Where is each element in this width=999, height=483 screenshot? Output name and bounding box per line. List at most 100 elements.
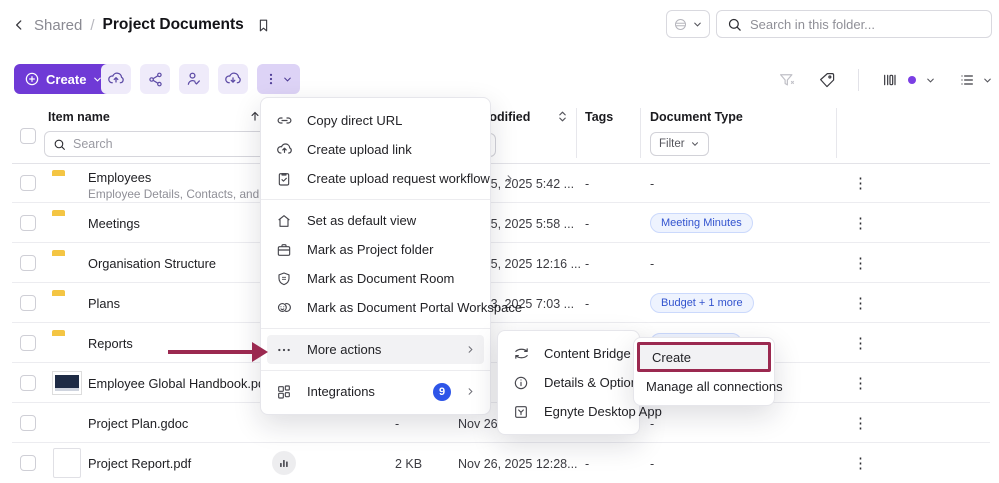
column-header-doc-type[interactable]: Document Type (650, 110, 743, 124)
table-row[interactable]: Organisation Structure Nov 25, 2025 12:1… (0, 243, 999, 283)
row-checkbox[interactable] (20, 335, 36, 351)
row-menu-kebab-icon[interactable]: ⋮ (853, 174, 869, 192)
table-row[interactable]: Meetings Nov 25, 2025 5:58 ... - Meeting… (0, 203, 999, 243)
row-menu-kebab-icon[interactable]: ⋮ (853, 294, 869, 312)
shield-icon (275, 271, 293, 287)
tag-icon[interactable] (818, 71, 836, 89)
item-name[interactable]: Reports (88, 336, 133, 351)
breadcrumb-parent[interactable]: Shared (34, 17, 82, 34)
menu-item-more-actions[interactable]: More actions (267, 335, 484, 364)
row-checkbox[interactable] (20, 175, 36, 191)
back-chevron-icon[interactable] (12, 18, 26, 32)
row-checkbox[interactable] (20, 415, 36, 431)
list-view-icon (958, 72, 976, 88)
folder-more-actions-button[interactable] (257, 64, 300, 94)
submenu-chevron-icon (465, 386, 476, 397)
user-access-icon (185, 70, 203, 88)
submenu-item-content-bridge[interactable]: Content Bridge (498, 339, 639, 368)
submenu-item-label: Create (652, 350, 756, 365)
item-tags: - (585, 217, 589, 231)
create-button[interactable]: Create (14, 64, 113, 94)
table-row[interactable]: Employees Employee Details, Contacts, an… (0, 163, 999, 203)
item-name[interactable]: Project Report.pdf (88, 456, 191, 471)
column-divider (640, 108, 641, 158)
row-menu-kebab-icon[interactable]: ⋮ (853, 254, 869, 272)
item-name-filter-input[interactable] (73, 137, 259, 151)
row-checkbox[interactable] (20, 215, 36, 231)
item-tags: - (585, 297, 589, 311)
item-tags: - (585, 177, 589, 191)
upload-cloud-icon (107, 70, 125, 88)
row-checkbox[interactable] (20, 255, 36, 271)
menu-item-mark-document-portal-workspace[interactable]: Mark as Document Portal Workspace (261, 293, 490, 322)
menu-item-create-upload-link[interactable]: Create upload link (261, 135, 490, 164)
submenu-item-label: Content Bridge (544, 346, 631, 361)
item-tags: - (585, 457, 589, 471)
table-row[interactable]: Project Report.pdf 2 KB Nov 26, 2025 12:… (0, 443, 999, 483)
row-menu-kebab-icon[interactable]: ⋮ (853, 214, 869, 232)
row-menu-kebab-icon[interactable]: ⋮ (853, 374, 869, 392)
list-view-selector[interactable] (958, 72, 993, 88)
select-all-checkbox[interactable] (20, 128, 36, 144)
folder-search-input[interactable] (750, 17, 981, 32)
menu-item-integrations[interactable]: Integrations 9 (261, 377, 490, 406)
more-actions-submenu: Content Bridge Details & Options Egnyte … (497, 330, 640, 435)
row-menu-kebab-icon[interactable]: ⋮ (853, 334, 869, 352)
integrations-grid-icon (275, 384, 293, 400)
row-checkbox[interactable] (20, 295, 36, 311)
chevron-down-icon (925, 75, 936, 86)
submenu-chevron-icon (504, 173, 515, 184)
menu-item-label: Create upload request workflow (307, 171, 490, 186)
column-view-selector[interactable] (881, 72, 936, 88)
menu-item-mark-document-room[interactable]: Mark as Document Room (261, 264, 490, 293)
menu-item-mark-project-folder[interactable]: Mark as Project folder (261, 235, 490, 264)
plus-circle-icon (24, 71, 40, 87)
submenu-item-egnyte-desktop-app[interactable]: Egnyte Desktop App (498, 397, 639, 426)
column-header-tags[interactable]: Tags (585, 110, 613, 124)
download-button[interactable] (218, 64, 248, 94)
info-icon (512, 375, 530, 391)
submenu-item-create[interactable]: Create (637, 342, 771, 372)
menu-item-copy-direct-url[interactable]: Copy direct URL (261, 106, 490, 135)
menu-item-label: Copy direct URL (307, 113, 476, 128)
row-menu-kebab-icon[interactable]: ⋮ (853, 454, 869, 472)
doc-type-filter-chip[interactable]: Filter (650, 132, 709, 156)
upload-button[interactable] (101, 64, 131, 94)
bridge-arrows-icon (512, 345, 530, 362)
menu-item-label: Mark as Project folder (307, 242, 476, 257)
search-scope-selector[interactable] (666, 10, 710, 38)
row-checkbox[interactable] (20, 375, 36, 391)
dots-icon (275, 342, 293, 358)
folder-actions-menu: Copy direct URL Create upload link Creat… (260, 97, 491, 415)
insights-chart-icon[interactable] (272, 451, 296, 475)
annotation-arrow-shaft (168, 350, 254, 354)
item-tags: - (585, 257, 589, 271)
menu-item-label: More actions (307, 342, 451, 357)
submenu-item-label: Egnyte Desktop App (544, 404, 662, 419)
row-checkbox[interactable] (20, 455, 36, 471)
item-name[interactable]: Employee Global Handbook.pdf (88, 376, 269, 391)
item-name[interactable]: Plans (88, 296, 120, 311)
sort-toggle-icon[interactable] (556, 109, 569, 124)
column-view-icon (881, 72, 899, 88)
submenu-item-details-options[interactable]: Details & Options (498, 368, 639, 397)
breadcrumb-separator: / (90, 17, 94, 34)
filter-clear-icon[interactable] (778, 71, 796, 89)
breadcrumb-current: Project Documents (103, 16, 244, 34)
briefcase-icon (275, 242, 293, 258)
bookmark-icon[interactable] (256, 18, 271, 33)
manage-access-button[interactable] (179, 64, 209, 94)
menu-item-create-upload-request-workflow[interactable]: Create upload request workflow (261, 164, 490, 193)
menu-item-set-default-view[interactable]: Set as default view (261, 206, 490, 235)
item-name[interactable]: Organisation Structure (88, 256, 216, 271)
submenu-item-manage-all-connections[interactable]: Manage all connections (634, 372, 774, 401)
column-divider (836, 108, 837, 158)
item-name[interactable]: Employees (88, 170, 272, 185)
folder-search (716, 10, 992, 38)
item-name[interactable]: Meetings (88, 216, 140, 231)
item-name[interactable]: Project Plan.gdoc (88, 416, 188, 431)
row-menu-kebab-icon[interactable]: ⋮ (853, 414, 869, 432)
submenu-item-label: Details & Options (544, 375, 644, 390)
share-button[interactable] (140, 64, 170, 94)
column-header-item-name[interactable]: Item name (48, 110, 110, 124)
